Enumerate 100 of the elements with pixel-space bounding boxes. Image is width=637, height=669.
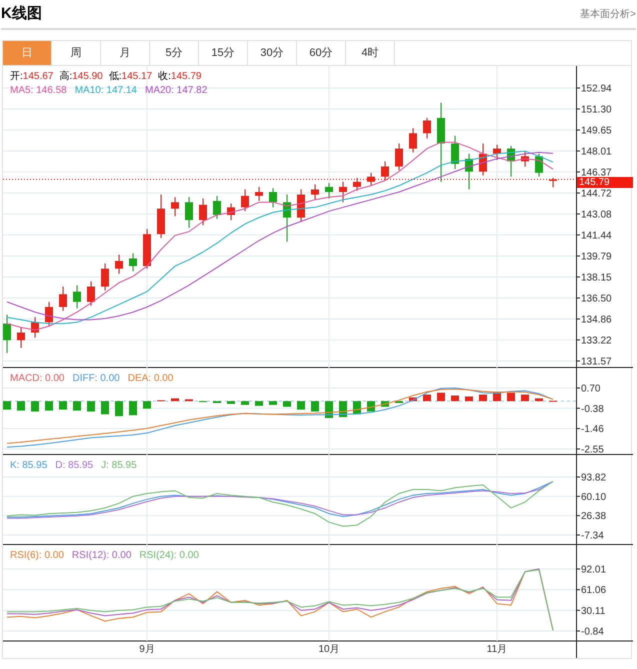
candlestick bbox=[367, 172, 375, 186]
macd-bar bbox=[59, 401, 67, 410]
macd-bar bbox=[451, 396, 459, 402]
macd-bar bbox=[143, 401, 151, 409]
candlestick bbox=[311, 184, 319, 200]
quote-label: 收: bbox=[158, 70, 171, 83]
macd-bar bbox=[535, 398, 543, 402]
candlestick bbox=[73, 284, 81, 309]
candlestick bbox=[129, 252, 137, 272]
macd-bar bbox=[31, 401, 39, 412]
candlestick bbox=[339, 181, 347, 203]
macd-bar bbox=[409, 397, 417, 402]
legend-label: MA20: 147.82 bbox=[144, 84, 208, 97]
macd-bar bbox=[171, 398, 179, 402]
candlestick bbox=[213, 195, 221, 220]
last-price-tag: 145.79 bbox=[577, 177, 633, 188]
axis-tick-label: 10月 bbox=[318, 644, 340, 656]
candlestick bbox=[353, 177, 361, 192]
macd-bar bbox=[297, 401, 305, 410]
quote-value: 145.90 bbox=[72, 70, 103, 83]
axis-tick-label: 146.37 bbox=[581, 167, 612, 178]
quote-value: 145.79 bbox=[170, 70, 202, 83]
axis-tick-label: 93.82 bbox=[581, 472, 606, 484]
legend-label: D: 85.95 bbox=[55, 459, 94, 472]
quote-label: 高: bbox=[59, 70, 72, 83]
legend-label: MA10: 147.14 bbox=[74, 84, 137, 97]
line-series bbox=[6, 481, 554, 527]
axis-tick-label: 11月 bbox=[486, 644, 508, 656]
legend-label: RSI(24): 0.00 bbox=[139, 549, 199, 562]
candlestick bbox=[199, 198, 207, 226]
candlestick bbox=[17, 326, 25, 348]
legend-label: MACD: 0.00 bbox=[10, 372, 64, 385]
candlestick bbox=[423, 117, 431, 139]
macd-bar bbox=[255, 401, 263, 406]
macd-bar bbox=[367, 401, 375, 412]
axis-tick-label: 151.30 bbox=[581, 104, 612, 116]
candlestick bbox=[143, 228, 151, 270]
candlestick bbox=[185, 196, 193, 228]
candlestick bbox=[3, 314, 11, 354]
candlestick bbox=[465, 153, 473, 190]
candlestick bbox=[241, 188, 249, 212]
axis-tick-label: 143.08 bbox=[581, 209, 612, 220]
axis-tick-label: -7.34 bbox=[581, 530, 604, 542]
quote-label: 低: bbox=[108, 70, 122, 83]
macd-bar bbox=[115, 401, 123, 416]
candlestick bbox=[479, 142, 487, 176]
macd-bar bbox=[241, 401, 249, 405]
macd-bar bbox=[465, 396, 473, 402]
candlestick bbox=[283, 194, 291, 242]
candlestick bbox=[255, 186, 263, 202]
macd-bar bbox=[423, 394, 431, 402]
axis-tick-label: 134.86 bbox=[581, 314, 612, 326]
macd-bar bbox=[101, 401, 109, 414]
axis-tick-label: 26.38 bbox=[581, 511, 606, 522]
axis-tick-label: 61.06 bbox=[581, 585, 606, 596]
axis-tick-label: 30.11 bbox=[581, 606, 606, 617]
quote-value: 145.17 bbox=[122, 70, 152, 83]
candlestick bbox=[325, 182, 333, 199]
axis-tick-label: 60.10 bbox=[581, 492, 606, 503]
candlestick bbox=[297, 188, 305, 222]
axis-tick-label: -2.55 bbox=[581, 444, 604, 455]
axis-tick-label: 133.22 bbox=[581, 335, 612, 346]
quote-label: 开: bbox=[10, 70, 23, 83]
macd-bar bbox=[353, 401, 361, 414]
macd-bar bbox=[17, 401, 25, 411]
candlestick bbox=[521, 150, 529, 167]
candlestick bbox=[31, 316, 39, 338]
legend-label: DEA: 0.00 bbox=[128, 372, 174, 385]
axis-tick-label: 131.57 bbox=[581, 356, 612, 368]
axis-tick-label: 149.65 bbox=[581, 126, 612, 137]
macd-bar bbox=[129, 401, 137, 416]
macd-bar bbox=[283, 401, 291, 407]
macd-bar bbox=[45, 401, 53, 411]
candlestick bbox=[45, 301, 53, 327]
candlestick bbox=[507, 146, 515, 178]
candlestick bbox=[59, 286, 67, 312]
macd-bar bbox=[437, 392, 445, 402]
quote-value: 145.67 bbox=[22, 70, 54, 83]
fundamental-analysis-link[interactable]: 基本面分析> bbox=[580, 6, 636, 22]
candlestick bbox=[549, 177, 557, 188]
macd-bar bbox=[73, 401, 81, 411]
macd-bar bbox=[87, 401, 95, 412]
legend-label: RSI(12): 0.00 bbox=[72, 549, 132, 562]
candlestick bbox=[535, 153, 543, 178]
legend-label: K: 85.95 bbox=[10, 459, 48, 472]
axis-tick-label: 148.01 bbox=[581, 146, 612, 158]
candlestick bbox=[101, 263, 109, 291]
macd-bar bbox=[311, 401, 319, 412]
legend-label: MA5: 146.58 bbox=[10, 84, 67, 97]
macd-bar bbox=[185, 399, 193, 402]
candlestick bbox=[381, 160, 389, 181]
candlestick bbox=[409, 128, 417, 153]
candlestick bbox=[115, 254, 123, 274]
candlestick bbox=[395, 142, 403, 171]
macd-bar bbox=[269, 401, 277, 405]
axis-tick-label: 152.94 bbox=[581, 84, 612, 94]
macd-bar bbox=[213, 401, 221, 404]
axis-tick-label: -0.38 bbox=[581, 404, 604, 415]
candlestick bbox=[171, 196, 179, 217]
axis-tick-label: 139.79 bbox=[581, 252, 612, 262]
